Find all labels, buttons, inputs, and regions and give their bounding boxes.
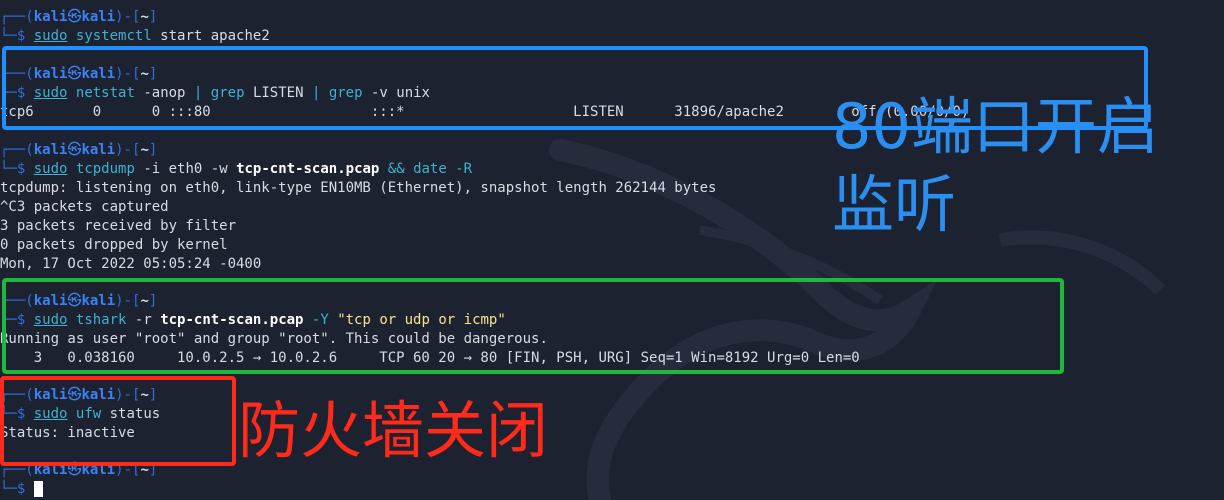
command-line: └─$ sudo tcpdump -i eth0 -w tcp-cnt-scan…	[0, 161, 473, 177]
command-line[interactable]: └─$	[0, 480, 43, 499]
command-line: └─$ sudo systemctl start apache2	[0, 28, 270, 44]
prompt-line: ┌──(kali㉿kali)-[~]	[0, 9, 158, 25]
highlight-box-red	[0, 376, 236, 466]
output-line: 0 packets dropped by kernel	[0, 237, 228, 253]
output-line: ^C3 packets captured	[0, 199, 169, 215]
text-cursor	[33, 481, 43, 497]
output-line: Mon, 17 Oct 2022 05:05:24 -0400	[0, 256, 262, 272]
annotation-firewall-off: 防火墙关闭	[238, 394, 549, 467]
annotation-listening: 监听	[832, 168, 957, 241]
prompt-line: ┌──(kali㉿kali)-[~]	[0, 142, 158, 158]
output-line: tcpdump: listening on eth0, link-type EN…	[0, 180, 717, 196]
annotation-port-80-open: 80端口开启	[832, 90, 1159, 163]
output-line: 3 packets received by filter	[0, 218, 237, 234]
highlight-box-green	[2, 278, 1064, 374]
